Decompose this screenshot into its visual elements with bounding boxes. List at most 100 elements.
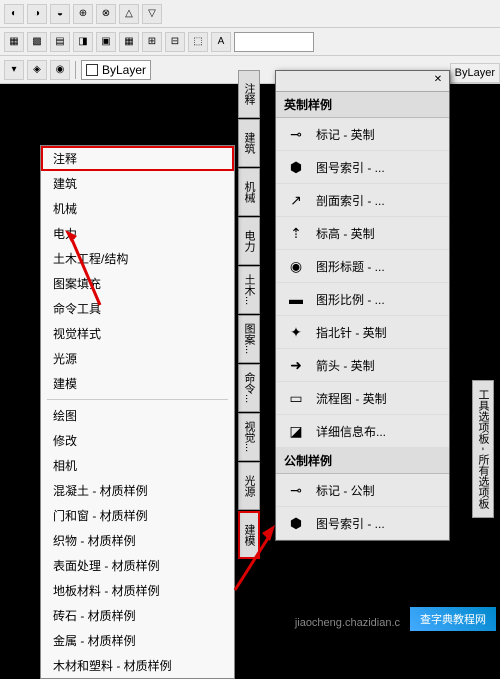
palette-tab[interactable]: 机械 <box>238 168 260 216</box>
menu-item[interactable]: 机械 <box>41 196 234 221</box>
menu-item[interactable]: 门和窗 - 材质样例 <box>41 503 234 528</box>
palette-tool-item[interactable]: ✦ 指北针 - 英制 <box>276 316 449 349</box>
toolbar-button[interactable]: ⬚ <box>188 32 208 52</box>
bylayer-right-label: ByLayer <box>450 63 500 83</box>
toolbar-button[interactable]: ⊕ <box>73 4 93 24</box>
menu-item[interactable]: 注释 <box>41 146 234 171</box>
tool-label: 标高 - 英制 <box>316 225 441 242</box>
menu-item[interactable]: 土木工程/结构 <box>41 246 234 271</box>
tool-palette: ✕ 英制样例 ⊸ 标记 - 英制 ⬢ 图号索引 - ... ↗剖面索引 - ... ⇡ 标高… <box>275 70 450 541</box>
tool-icon: ◉ <box>284 256 308 276</box>
menu-item[interactable]: 命令工具 <box>41 296 234 321</box>
tool-label: 图号索引 - ... <box>316 515 441 532</box>
menu-item[interactable]: 金属 - 材质样例 <box>41 628 234 653</box>
palette-tool-item[interactable]: ⬢ 图号索引 - ... <box>276 507 449 540</box>
menu-item[interactable]: 建筑 <box>41 171 234 196</box>
palette-title-bar[interactable]: 工具选项板 - 所有选项板 <box>472 380 494 518</box>
palette-tool-item[interactable]: ▬图形比例 - ... <box>276 283 449 316</box>
menu-item[interactable]: 建模 <box>41 371 234 396</box>
palette-tool-item[interactable]: ↗剖面索引 - ... <box>276 184 449 217</box>
toolbar-button[interactable]: ◑ <box>27 4 47 24</box>
style-dropdown[interactable] <box>234 32 314 52</box>
tool-label: 剖面索引 - ... <box>316 192 441 209</box>
palette-tab[interactable]: 图案... <box>238 315 260 363</box>
layer-color-swatch <box>86 64 98 76</box>
layer-icon-2[interactable]: ◉ <box>50 60 70 80</box>
palette-tool-item[interactable]: ⊸ 标记 - 公制 <box>276 474 449 507</box>
toolbar-row-2: ▦▩▤◨▣▦⊞⊟⬚A <box>0 28 500 56</box>
tool-label: 指北针 - 英制 <box>316 324 441 341</box>
toolbar-button[interactable]: △ <box>119 4 139 24</box>
palette-category-tabs: 注释建筑机械电力土木...图案...命令...视觉...光源建模 <box>238 70 260 560</box>
toolbar-button[interactable]: ◨ <box>73 32 93 52</box>
layer-selector[interactable]: ByLayer <box>81 60 151 80</box>
separator <box>75 61 76 79</box>
palette-tool-item[interactable]: ◉ 图形标题 - ... <box>276 250 449 283</box>
menu-item[interactable]: 修改 <box>41 428 234 453</box>
toolbar-button[interactable]: ▦ <box>119 32 139 52</box>
menu-item[interactable]: 表面处理 - 材质样例 <box>41 553 234 578</box>
context-menu: 注释建筑机械电力土木工程/结构图案填充命令工具视觉样式光源建模绘图修改相机混凝土… <box>40 145 235 679</box>
menu-item[interactable]: 绘图 <box>41 403 234 428</box>
menu-item[interactable]: 电力 <box>41 221 234 246</box>
toolbar-button[interactable]: ▦ <box>4 32 24 52</box>
layer-dropdown-icon[interactable]: ▾ <box>4 60 24 80</box>
tool-icon: ✦ <box>284 322 308 342</box>
tool-label: 详细信息布... <box>316 423 441 440</box>
toolbar-button[interactable]: ▣ <box>96 32 116 52</box>
palette-tool-item[interactable]: ⬢ 图号索引 - ... <box>276 151 449 184</box>
palette-pin-icon[interactable]: ✕ <box>430 74 446 88</box>
menu-item[interactable]: 砖石 - 材质样例 <box>41 603 234 628</box>
tool-label: 图形标题 - ... <box>316 258 441 275</box>
toolbar-button[interactable]: ◒ <box>50 4 70 24</box>
palette-section-imperial: 英制样例 <box>276 92 449 118</box>
menu-item[interactable]: 地板材料 - 材质样例 <box>41 578 234 603</box>
toolbar-button[interactable]: ▩ <box>27 32 47 52</box>
menu-separator <box>47 399 228 400</box>
palette-section-metric: 公制样例 <box>276 448 449 474</box>
toolbar-button[interactable]: ▽ <box>142 4 162 24</box>
toolbar-button[interactable]: ⊗ <box>96 4 116 24</box>
tool-icon: ▬ <box>284 289 308 309</box>
tool-label: 标记 - 英制 <box>316 126 441 143</box>
toolbar-button[interactable]: ⊞ <box>142 32 162 52</box>
toolbar-button[interactable]: ◐ <box>4 4 24 24</box>
palette-tab[interactable]: 命令... <box>238 364 260 412</box>
menu-item[interactable]: 相机 <box>41 453 234 478</box>
palette-tab[interactable]: 建筑 <box>238 119 260 167</box>
palette-tab[interactable]: 建模 <box>238 511 260 559</box>
tool-label: 箭头 - 英制 <box>316 357 441 374</box>
palette-tool-item[interactable]: ◪ 详细信息布... <box>276 415 449 448</box>
watermark: 查字典教程网 <box>410 607 496 631</box>
layer-icon-1[interactable]: ◈ <box>27 60 47 80</box>
palette-tab[interactable]: 光源 <box>238 462 260 510</box>
tool-icon: ⊸ <box>284 124 308 144</box>
palette-tab[interactable]: 视觉... <box>238 413 260 461</box>
tool-icon: ⬢ <box>284 157 308 177</box>
tool-label: 图号索引 - ... <box>316 159 441 176</box>
tool-icon: ⬢ <box>284 513 308 533</box>
palette-tool-item[interactable]: ⇡ 标高 - 英制 <box>276 217 449 250</box>
tool-icon: ⊸ <box>284 480 308 500</box>
palette-tab[interactable]: 注释 <box>238 70 260 118</box>
menu-item[interactable]: 混凝土 - 材质样例 <box>41 478 234 503</box>
toolbar-button[interactable]: A <box>211 32 231 52</box>
palette-tool-item[interactable]: ➜箭头 - 英制 <box>276 349 449 382</box>
menu-item[interactable]: 木材和塑料 - 材质样例 <box>41 653 234 678</box>
palette-tab[interactable]: 电力 <box>238 217 260 265</box>
menu-item[interactable]: 图案填充 <box>41 271 234 296</box>
toolbar-row-1: ◐◑◒⊕⊗△▽ <box>0 0 500 28</box>
menu-item[interactable]: 光源 <box>41 346 234 371</box>
menu-item[interactable]: 织物 - 材质样例 <box>41 528 234 553</box>
tool-label: 流程图 - 英制 <box>316 390 441 407</box>
tool-icon: ⇡ <box>284 223 308 243</box>
palette-tab[interactable]: 土木... <box>238 266 260 314</box>
tool-label: 标记 - 公制 <box>316 482 441 499</box>
watermark-url: jiaocheng.chazidian.c <box>295 617 400 629</box>
menu-item[interactable]: 视觉样式 <box>41 321 234 346</box>
toolbar-button[interactable]: ▤ <box>50 32 70 52</box>
toolbar-button[interactable]: ⊟ <box>165 32 185 52</box>
tool-icon: ◪ <box>284 421 308 441</box>
palette-tool-item[interactable]: ▭流程图 - 英制 <box>276 382 449 415</box>
palette-tool-item[interactable]: ⊸ 标记 - 英制 <box>276 118 449 151</box>
